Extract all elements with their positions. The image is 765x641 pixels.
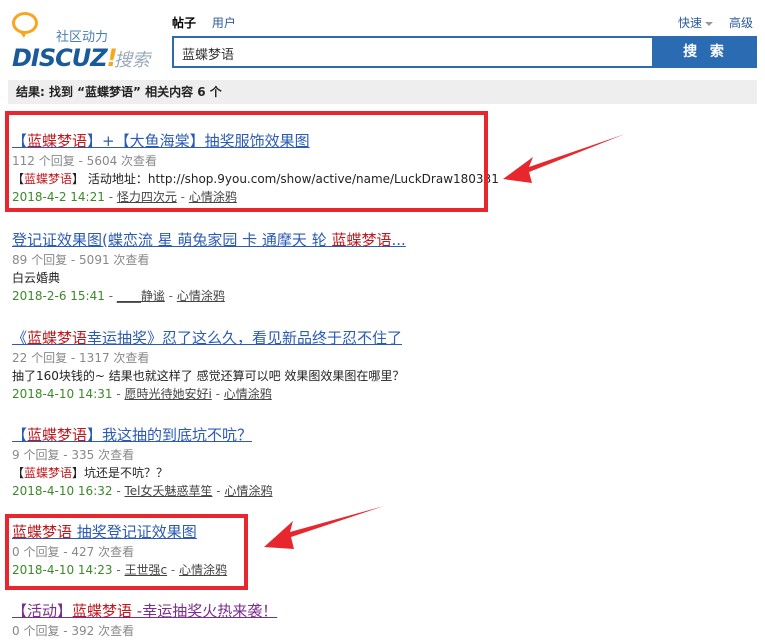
text-segment: ... xyxy=(391,231,406,249)
result-title-link[interactable]: 登记证效果图(蝶恋流 星 萌兔家园 卡 通摩天 轮 蓝蝶梦语... xyxy=(12,230,752,250)
text-segment: 【活动】 xyxy=(12,602,73,620)
search-type-tabs: 帖子 用户 xyxy=(172,14,248,31)
keyword-highlight: 蓝蝶梦语 xyxy=(27,426,88,444)
text-segment: 【 xyxy=(12,466,25,480)
quick-menu[interactable]: 快速 xyxy=(678,16,702,30)
author-link[interactable]: 愿時光待她安好i xyxy=(124,387,211,401)
text-segment: 幸运抽奖》忍了这么久，看见新品终于忍不住了 xyxy=(87,329,403,347)
logo-tagline: 社区动力 xyxy=(56,30,109,45)
keyword-highlight: 蓝蝶梦语 xyxy=(24,466,73,480)
author-link[interactable]: Tel女夭魅惑草笙 xyxy=(124,484,212,498)
result-info-line: 2018-4-10 16:32 - Tel女夭魅惑草笙 - 心情涂鸦 xyxy=(12,482,752,500)
text-segment: 抽了160块钱的~ 结果也就这样了 感觉还算可以吧 效果图效果图在哪里？ xyxy=(12,369,405,383)
text-segment: 《 xyxy=(12,329,28,347)
text-segment: 】坑还是不吭？？ xyxy=(72,466,169,480)
separator: - xyxy=(211,387,224,401)
text-segment: 】我这抽的到底坑不吭？ xyxy=(87,426,253,444)
forum-link[interactable]: 心情涂鸦 xyxy=(224,387,272,401)
result-stats: 89 个回复 - 5091 次查看 xyxy=(12,253,150,267)
search-input[interactable]: 蓝蝶梦语 xyxy=(172,36,654,68)
speech-bubble-icon xyxy=(12,12,38,38)
keyword-highlight: 蓝蝶梦语 xyxy=(72,602,133,620)
search-button[interactable]: 搜 索 xyxy=(654,36,757,68)
chevron-down-icon[interactable] xyxy=(704,22,713,26)
result-excerpt: 白云婚典 xyxy=(12,269,752,287)
keyword-highlight: 蓝蝶梦语 xyxy=(331,231,392,249)
result-stats: 22 个回复 - 1317 次查看 xyxy=(12,351,150,365)
result-title-link[interactable]: 《蓝蝶梦语幸运抽奖》忍了这么久，看见新品终于忍不住了 xyxy=(12,328,752,348)
result-summary: 结果: 找到 “蓝蝶梦语” 相关内容 6 个 xyxy=(8,80,757,104)
result-info-line: 2018-4-10 14:31 - 愿時光待她安好i - 心情涂鸦 xyxy=(12,385,752,403)
annotation-box xyxy=(5,514,248,590)
result-stats: 9 个回复 - 335 次查看 xyxy=(12,448,135,462)
result-item: 《蓝蝶梦语幸运抽奖》忍了这么久，看见新品终于忍不住了 22 个回复 - 1317 … xyxy=(12,328,752,403)
logo-suffix: 搜索 xyxy=(114,50,150,71)
result-item: 登记证效果图(蝶恋流 星 萌兔家园 卡 通摩天 轮 蓝蝶梦语... 89 个回复 … xyxy=(12,230,752,305)
logo-brand: DISCUZ! xyxy=(12,44,118,72)
result-excerpt: 【蓝蝶梦语】坑还是不吭？？ xyxy=(12,464,752,482)
post-date: 2018-2-6 15:41 xyxy=(12,289,105,303)
discuz-logo[interactable]: 社区动力 DISCUZ! 搜索 xyxy=(10,12,160,72)
author-link[interactable]: ____静谧 xyxy=(117,289,165,303)
result-info-line: 2018-2-6 15:41 - ____静谧 - 心情涂鸦 xyxy=(12,287,752,305)
text-segment: 【 xyxy=(12,426,28,444)
separator: - xyxy=(112,387,125,401)
advanced-search-link[interactable]: 高级 xyxy=(729,16,753,30)
result-title-link[interactable]: 【蓝蝶梦语】我这抽的到底坑不吭？ xyxy=(12,425,752,445)
forum-link[interactable]: 心情涂鸦 xyxy=(177,289,225,303)
annotation-box xyxy=(5,111,488,212)
post-date: 2018-4-10 14:31 xyxy=(12,387,113,401)
text-segment: -幸运抽奖火热来袭！ xyxy=(132,602,278,620)
separator: - xyxy=(212,484,225,498)
top-right-links: 快速 高级 xyxy=(678,14,753,31)
result-item: 【蓝蝶梦语】我这抽的到底坑不吭？ 9 个回复 - 335 次查看 【蓝蝶梦语】坑还是… xyxy=(12,425,752,500)
forum-link[interactable]: 心情涂鸦 xyxy=(224,484,272,498)
result-title-link[interactable]: 【活动】蓝蝶梦语 -幸运抽奖火热来袭！ xyxy=(12,601,752,621)
text-segment: 登记证效果图(蝶恋流 星 萌兔家园 卡 通摩天 轮 xyxy=(12,231,332,249)
text-segment: 白云婚典 xyxy=(12,271,61,285)
result-item: 【活动】蓝蝶梦语 -幸运抽奖火热来袭！ 0 个回复 - 392 次查看 xyxy=(12,601,752,640)
separator: - xyxy=(104,289,117,303)
post-date: 2018-4-10 16:32 xyxy=(12,484,113,498)
keyword-highlight: 蓝蝶梦语 xyxy=(27,329,88,347)
tab-posts[interactable]: 帖子 xyxy=(172,14,196,31)
result-excerpt: 抽了160块钱的~ 结果也就这样了 感觉还算可以吧 效果图效果图在哪里？ xyxy=(12,367,752,385)
separator: - xyxy=(164,289,177,303)
separator: - xyxy=(112,484,125,498)
result-stats: 0 个回复 - 392 次查看 xyxy=(12,624,135,638)
tab-users[interactable]: 用户 xyxy=(212,14,236,31)
